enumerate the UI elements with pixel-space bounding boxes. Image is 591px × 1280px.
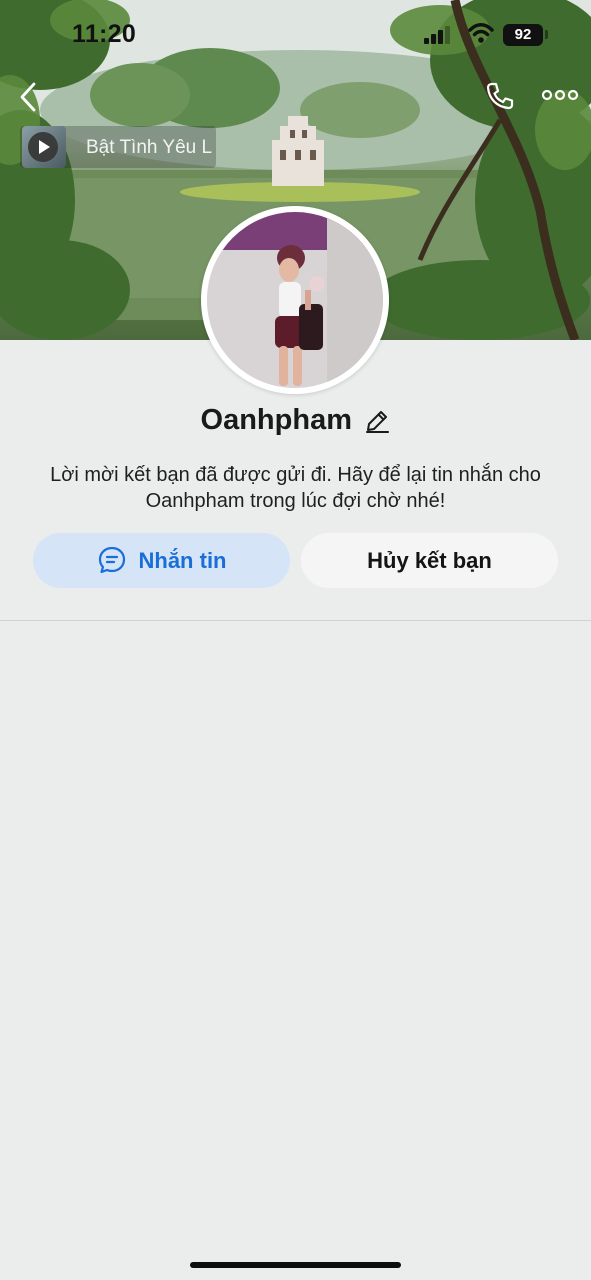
friend-request-message: Lời mời kết bạn đã được gửi đi. Hãy để l… (50, 464, 541, 512)
profile-name: Oanhpham (200, 404, 352, 436)
home-indicator[interactable] (190, 1262, 401, 1268)
back-button[interactable] (14, 80, 42, 114)
unfriend-button-label: Hủy kết bạn (367, 548, 492, 573)
phone-icon[interactable] (484, 80, 516, 112)
cellular-signal-icon (424, 26, 450, 44)
more-horizontal-icon[interactable] (541, 84, 579, 106)
message-button-label: Nhắn tin (138, 548, 227, 573)
section-divider (0, 620, 591, 621)
profile-music-chip[interactable]: Bật Tình Yêu L (20, 126, 216, 168)
avatar-photo (207, 212, 383, 388)
profile-name-row: Oanhpham (0, 404, 591, 448)
wifi-icon (468, 23, 494, 43)
avatar[interactable] (201, 206, 389, 394)
battery-tip (545, 30, 548, 39)
status-time: 11:20 (72, 20, 137, 48)
chat-bubble-icon (98, 547, 125, 574)
battery-indicator: 92 (503, 24, 543, 46)
unfriend-button[interactable]: Hủy kết bạn (301, 533, 558, 588)
status-bar: 11:20 92 (0, 0, 591, 70)
pencil-icon[interactable] (364, 408, 390, 434)
music-title: Bật Tình Yêu L (86, 137, 213, 158)
play-icon[interactable] (28, 132, 58, 162)
message-button[interactable]: Nhắn tin (33, 533, 290, 588)
